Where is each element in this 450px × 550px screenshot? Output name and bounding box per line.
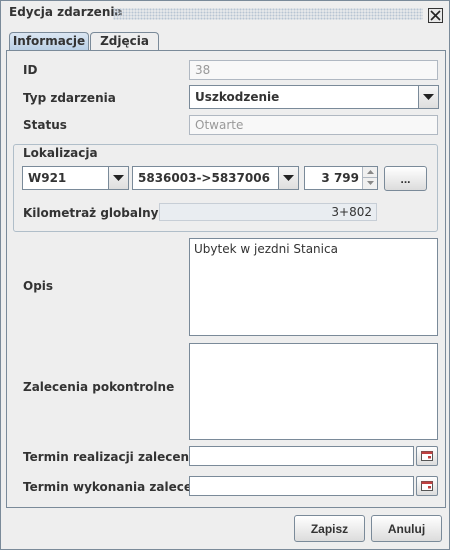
location-group-title: Lokalizacja bbox=[23, 146, 98, 160]
global-km-value: 3+802 bbox=[331, 205, 372, 219]
status-field: Otwarte bbox=[189, 115, 438, 135]
offset-value: 3 799 bbox=[321, 171, 359, 185]
save-button[interactable]: Zapisz bbox=[294, 515, 365, 542]
dialog-window: Edycja zdarzenia Informacje Zdjęcia ID 3… bbox=[0, 0, 450, 550]
rec-done-label: Termin wykonania zalecenia bbox=[23, 480, 213, 494]
event-type-select[interactable]: Uszkodzenie bbox=[189, 85, 439, 109]
global-km-label: Kilometraż globalny bbox=[23, 206, 159, 220]
rec-deadline-label: Termin realizacji zalecenia bbox=[23, 450, 202, 464]
description-textarea[interactable]: Ubytek w jezdni Stanica bbox=[189, 238, 438, 336]
chevron-down-icon[interactable] bbox=[278, 167, 298, 189]
rec-deadline-calendar-button[interactable] bbox=[416, 446, 438, 466]
event-type-label: Typ zdarzenia bbox=[23, 91, 116, 105]
description-label: Opis bbox=[23, 279, 54, 293]
status-label: Status bbox=[23, 118, 67, 132]
title-bar[interactable]: Edycja zdarzenia bbox=[3, 4, 447, 24]
close-icon bbox=[430, 10, 441, 21]
calendar-icon bbox=[421, 481, 433, 491]
tab-informacje[interactable]: Informacje bbox=[9, 32, 89, 51]
window-title: Edycja zdarzenia bbox=[9, 5, 123, 19]
id-label: ID bbox=[23, 63, 38, 77]
arrow-up-icon bbox=[367, 170, 374, 174]
browse-location-button[interactable]: ... bbox=[384, 166, 427, 191]
road-select[interactable]: W921 bbox=[22, 166, 129, 190]
close-button[interactable] bbox=[428, 8, 443, 23]
chevron-down-icon[interactable] bbox=[418, 86, 438, 108]
rec-deadline-field[interactable] bbox=[189, 446, 414, 466]
event-type-value: Uszkodzenie bbox=[195, 90, 280, 104]
segment-select[interactable]: 5836003->5837006 bbox=[132, 166, 299, 190]
offset-spinner[interactable]: 3 799 bbox=[304, 166, 378, 190]
spinner-down-button[interactable] bbox=[362, 178, 377, 189]
spinner-up-button[interactable] bbox=[362, 167, 377, 178]
segment-value: 5836003->5837006 bbox=[138, 171, 270, 185]
arrow-down-icon bbox=[367, 181, 374, 185]
recommendations-textarea[interactable] bbox=[189, 343, 438, 440]
recommendations-label: Zalecenia pokontrolne bbox=[23, 380, 175, 394]
rec-done-field[interactable] bbox=[189, 476, 414, 496]
title-grip bbox=[113, 8, 423, 20]
road-value: W921 bbox=[28, 171, 67, 185]
tab-zdjecia[interactable]: Zdjęcia bbox=[90, 32, 159, 51]
calendar-icon bbox=[421, 451, 433, 461]
id-field: 38 bbox=[189, 60, 438, 80]
chevron-down-icon[interactable] bbox=[108, 167, 128, 189]
cancel-button[interactable]: Anuluj bbox=[371, 515, 442, 542]
global-km-field: 3+802 bbox=[159, 203, 377, 221]
rec-done-calendar-button[interactable] bbox=[416, 476, 438, 496]
